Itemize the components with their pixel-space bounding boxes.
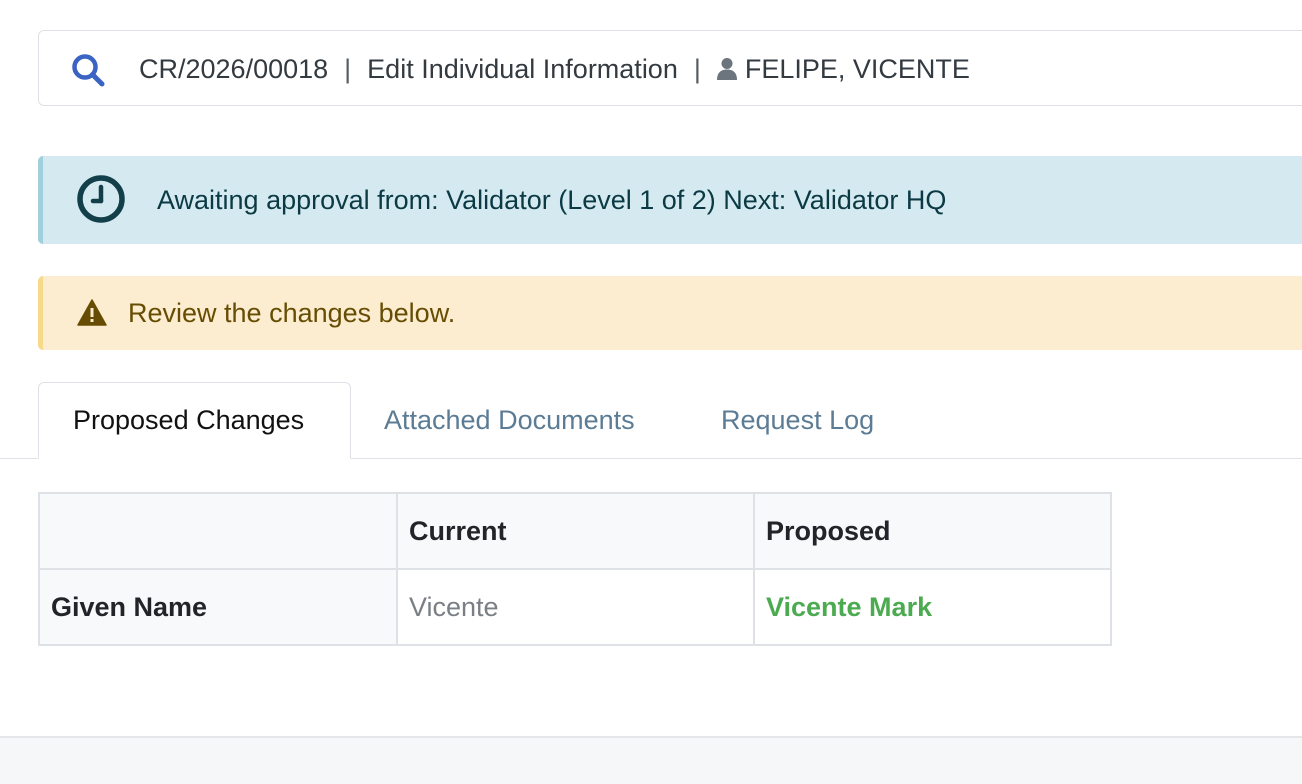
column-header-current: Current [396, 492, 755, 570]
tab-request-log[interactable]: Request Log [721, 382, 874, 459]
approval-status-alert: Awaiting approval from: Validator (Level… [38, 156, 1302, 244]
request-action: Edit Individual Information [367, 53, 678, 84]
proposed-value: Vicente Mark [753, 568, 1112, 646]
search-icon [72, 54, 105, 87]
column-header-proposed: Proposed [753, 492, 1112, 570]
tab-proposed-changes[interactable]: Proposed Changes [38, 382, 351, 459]
user-icon [716, 57, 737, 81]
page-footer [0, 736, 1302, 784]
table-header-row: Current Proposed [38, 492, 1112, 570]
tab-attached-documents[interactable]: Attached Documents [384, 382, 635, 459]
column-header-field [38, 492, 398, 570]
warning-icon [77, 299, 107, 331]
current-value: Vicente [396, 568, 755, 646]
request-reference: CR/2026/00018 [139, 53, 329, 84]
review-warning-alert: Review the changes below. [38, 276, 1302, 350]
person-name: FELIPE, VICENTE [744, 53, 970, 84]
clock-icon [76, 174, 126, 229]
search-button[interactable] [67, 49, 109, 91]
changes-table: Current Proposed Given Name Vicente Vice… [38, 492, 1112, 646]
header-separator: | [344, 53, 352, 84]
review-warning-text: Review the changes below. [128, 297, 456, 328]
approval-status-text: Awaiting approval from: Validator (Level… [157, 184, 947, 215]
header-separator: | [693, 53, 701, 84]
header-content: CR/2026/00018 | Edit Individual Informat… [139, 31, 970, 107]
field-label: Given Name [38, 568, 398, 646]
table-row: Given Name Vicente Vicente Mark [38, 568, 1112, 646]
record-header: CR/2026/00018 | Edit Individual Informat… [38, 30, 1302, 106]
